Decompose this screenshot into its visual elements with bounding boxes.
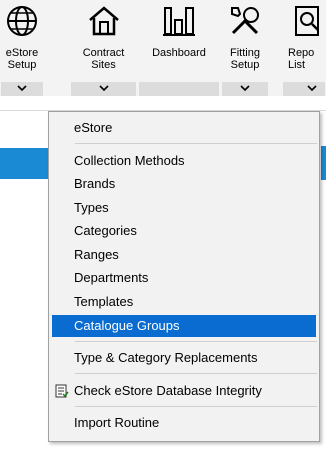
- contract-sites-dropdown[interactable]: [71, 82, 136, 96]
- reports-list-dropdown[interactable]: [283, 82, 325, 96]
- menu-item-estore[interactable]: eStore: [52, 117, 316, 139]
- menu-item-check-estore-database-integrity-label: Check eStore Database Integrity: [74, 383, 262, 398]
- reports-list-button[interactable]: Repo List: [282, 0, 326, 96]
- chevron-down-icon: [307, 85, 317, 91]
- menu-item-type-category-replacements[interactable]: Type & Category Replacements: [52, 347, 316, 369]
- reports-list-label: Repo List: [288, 47, 315, 71]
- chevron-down-icon: [98, 85, 109, 91]
- menu-separator: [75, 341, 317, 342]
- contract-sites-label: Contract Sites: [82, 47, 125, 71]
- selected-row-highlight-right: [321, 146, 326, 180]
- menu-item-categories[interactable]: Categories: [52, 220, 316, 242]
- checklist-icon: [55, 384, 69, 398]
- chevron-down-icon: [17, 85, 27, 91]
- ribbon-toolbar: eStore Setup Contract Sites Dashboard Fi…: [0, 0, 326, 96]
- report-icon: [295, 6, 319, 36]
- menu-separator: [75, 373, 317, 374]
- estore-setup-label: eStore Setup: [5, 47, 39, 71]
- menu-item-ranges[interactable]: Ranges: [52, 244, 316, 266]
- menu-item-departments[interactable]: Departments: [52, 267, 316, 289]
- chevron-down-icon: [240, 85, 250, 91]
- menu-item-types[interactable]: Types: [52, 197, 316, 219]
- menu-item-brands[interactable]: Brands: [52, 173, 316, 195]
- menu-item-catalogue-groups[interactable]: Catalogue Groups: [52, 315, 316, 337]
- fitting-setup-label: Fitting Setup: [230, 47, 260, 71]
- dashboard-dropdown[interactable]: [139, 82, 219, 96]
- fitting-setup-dropdown[interactable]: [222, 82, 268, 96]
- fitting-setup-button[interactable]: Fitting Setup: [221, 0, 269, 96]
- contract-sites-button[interactable]: Contract Sites: [70, 0, 137, 96]
- menu-item-check-estore-database-integrity[interactable]: Check eStore Database Integrity: [52, 380, 316, 402]
- dashboard-button[interactable]: Dashboard: [138, 0, 220, 96]
- menu-separator: [75, 143, 317, 144]
- selected-row-highlight: [0, 148, 48, 179]
- dashboard-label: Dashboard: [152, 47, 206, 59]
- house-icon: [88, 6, 119, 36]
- tools-icon: [231, 7, 259, 35]
- menu-item-templates[interactable]: Templates: [52, 291, 316, 313]
- menu-item-import-routine[interactable]: Import Routine: [52, 412, 316, 434]
- estore-setup-menu: eStore Collection Methods Brands Types C…: [48, 111, 320, 442]
- menu-separator: [75, 406, 317, 407]
- estore-setup-dropdown[interactable]: [1, 82, 43, 96]
- menu-item-collection-methods[interactable]: Collection Methods: [52, 150, 316, 172]
- globe-icon: [7, 6, 37, 36]
- dashboard-icon: [163, 7, 195, 36]
- estore-setup-button[interactable]: eStore Setup: [0, 0, 44, 96]
